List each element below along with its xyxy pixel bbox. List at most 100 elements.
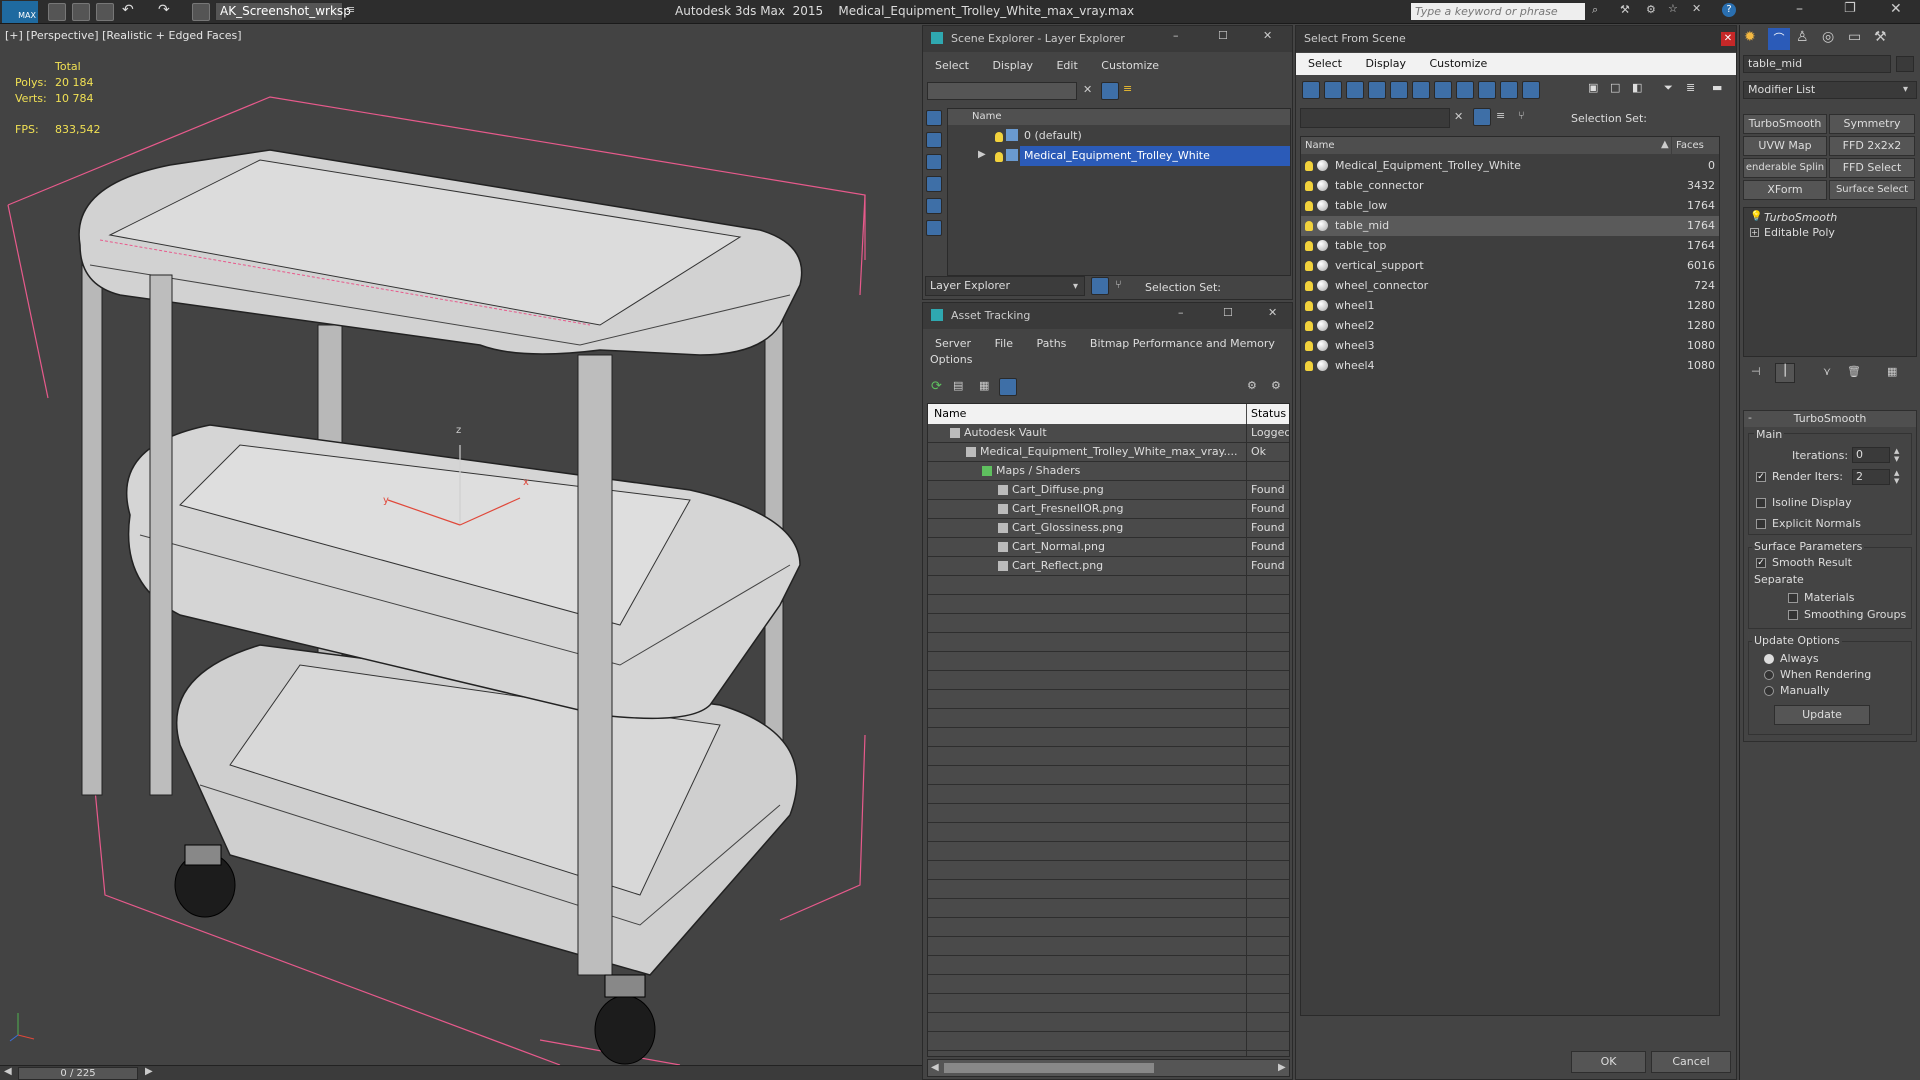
layer-row-default[interactable]: 0 (default) [1024,126,1082,146]
new-file-icon[interactable] [48,3,66,21]
stack-item-editable-poly[interactable]: Editable Poly [1764,225,1914,241]
menu-options[interactable]: Options [930,353,972,366]
dropdown-chevron-icon[interactable]: ▾ [1073,281,1078,292]
close-window-icon[interactable]: ✕ [1890,1,1902,17]
modify-tab-icon[interactable]: ⌒ [1768,28,1790,50]
search-input[interactable]: Type a keyword or phrase [1410,2,1586,21]
menu-file[interactable]: File [995,337,1013,350]
asset-row[interactable] [928,785,1289,804]
explicit-normals-checkbox[interactable] [1756,519,1766,529]
asset-row[interactable] [928,595,1289,614]
sfs-filter-list-icon[interactable]: ≣ [1686,81,1695,94]
menu-server[interactable]: Server [935,337,971,350]
asset-row[interactable] [928,671,1289,690]
modifier-list-dropdown[interactable]: Modifier List [1743,81,1917,99]
ffd-select-button[interactable]: FFD Select [1829,158,1915,178]
rollout-collapse-icon[interactable]: - [1748,411,1752,424]
sfs-col-name[interactable]: Name [1301,137,1671,154]
stack-expand-icon[interactable]: + [1750,228,1759,237]
always-radio[interactable] [1764,654,1774,664]
select-none-icon[interactable]: □ [1610,81,1620,94]
display-lights-icon[interactable] [926,154,942,170]
favorites-icon[interactable]: ☆ [1668,2,1678,15]
display-geometry-icon[interactable] [926,110,942,126]
sfs-menu-customize[interactable]: Customize [1429,57,1487,70]
asset-col-status[interactable]: Status [1247,404,1289,424]
workspace-dropdown[interactable]: AK_Screenshot_wrksp [215,2,351,21]
rollout-header[interactable]: TurboSmooth [1744,411,1916,427]
create-tab-icon[interactable]: ✹ [1744,29,1756,45]
asset-row[interactable]: Medical_Equipment_Trolley_White_max_vray… [928,443,1289,462]
project-icon[interactable] [192,3,210,21]
asset-row[interactable]: Autodesk Vault Logged [928,424,1289,443]
sfs-filter-icon[interactable] [1473,108,1491,126]
sfs-object-row[interactable]: table_mid 1764 [1301,216,1719,236]
layer-visibility-bulb-icon[interactable] [995,132,1003,142]
restore-window-icon[interactable]: ❐ [1844,1,1856,16]
select-from-scene-titlebar[interactable]: Select From Scene [1296,26,1736,52]
help-icon[interactable]: ? [1722,3,1736,17]
minimize-window-icon[interactable]: – [1796,1,1803,17]
clear-search-icon[interactable]: ✕ [1083,83,1092,96]
table-view-icon[interactable] [999,378,1017,396]
asset-row[interactable] [928,899,1289,918]
cancel-button[interactable]: Cancel [1651,1051,1731,1073]
asset-row[interactable] [928,747,1289,766]
asset-col-name[interactable]: Name [928,404,1246,424]
sfs-hierarchy-icon[interactable]: ⑂ [1518,109,1525,122]
workspace-menu-icon[interactable]: ≡ [346,3,355,16]
visibility-bulb-icon[interactable] [1305,261,1313,271]
filter-shapes-icon[interactable] [1324,81,1342,99]
asset-row[interactable] [928,614,1289,633]
select-all-icon[interactable]: ▣ [1588,81,1598,94]
hierarchy-icon[interactable]: ⑂ [1115,278,1122,291]
timeline-bar[interactable]: ◀ 0 / 225 ▶ [0,1065,922,1080]
sfs-object-row[interactable]: wheel_connector 724 [1301,276,1719,296]
object-color-swatch[interactable] [1896,56,1914,72]
display-spacewarps-icon[interactable] [926,220,942,236]
sfs-menu-select[interactable]: Select [1308,57,1342,70]
sfs-layer-icon[interactable]: ≡ [1496,109,1505,122]
turbosmooth-button[interactable]: TurboSmooth [1743,114,1827,134]
tree-header-name[interactable]: Name [948,109,1290,125]
iterations-spinner-icon[interactable]: ▲ ▼ [1894,447,1899,463]
filter-icon[interactable] [1101,82,1119,100]
sfs-object-row[interactable]: table_connector 3432 [1301,176,1719,196]
filter-helpers-icon[interactable] [1390,81,1408,99]
display-helpers-icon[interactable] [926,198,942,214]
sfs-object-row[interactable]: Medical_Equipment_Trolley_White 0 [1301,156,1719,176]
menu-paths[interactable]: Paths [1037,337,1067,350]
render-iters-spinner-icon[interactable]: ▲ ▼ [1894,469,1899,485]
scene-explorer-titlebar[interactable]: Scene Explorer - Layer Explorer [923,26,1292,52]
isoline-checkbox[interactable] [1756,498,1766,508]
filter-xrefs-icon[interactable] [1456,81,1474,99]
make-unique-icon[interactable]: ⋎ [1823,365,1831,378]
sfs-object-row[interactable]: wheel1 1280 [1301,296,1719,316]
iterations-input[interactable]: 0 [1852,447,1890,463]
menu-edit[interactable]: Edit [1056,59,1077,72]
tools-icon[interactable]: ⚒ [1620,3,1630,16]
sfs-object-row[interactable]: vertical_support 6016 [1301,256,1719,276]
render-iters-checkbox[interactable]: ✓ [1756,472,1766,482]
open-file-icon[interactable] [72,3,90,21]
thumbnail-view-icon[interactable]: ▦ [979,379,989,392]
asset-row[interactable] [928,1013,1289,1032]
sfs-object-row[interactable]: table_top 1764 [1301,236,1719,256]
sfs-search-input[interactable] [1300,108,1450,128]
sfs-menu-display[interactable]: Display [1365,57,1406,70]
perspective-viewport[interactable]: [+] [Perspective] [Realistic + Edged Fac… [0,25,922,1065]
scene-explorer-maximize-icon[interactable]: ☐ [1218,29,1228,42]
sort-arrow-icon[interactable]: ▲ [1661,139,1669,150]
asset-tracking-close-icon[interactable]: ✕ [1268,306,1277,319]
sfs-object-row[interactable]: table_low 1764 [1301,196,1719,216]
filter-bones-icon[interactable] [1478,81,1496,99]
timeline-prev-icon[interactable]: ◀ [4,1066,12,1077]
modifier-list-chevron-icon[interactable]: ▾ [1903,84,1908,95]
manually-radio[interactable] [1764,686,1774,696]
sfs-object-row[interactable]: wheel2 1280 [1301,316,1719,336]
asset-row[interactable]: Cart_Diffuse.png Found [928,481,1289,500]
object-name-field[interactable]: table_mid [1743,55,1891,73]
visibility-bulb-icon[interactable] [1305,301,1313,311]
timeline-next-icon[interactable]: ▶ [145,1066,153,1077]
asset-row[interactable]: Cart_Normal.png Found [928,538,1289,557]
